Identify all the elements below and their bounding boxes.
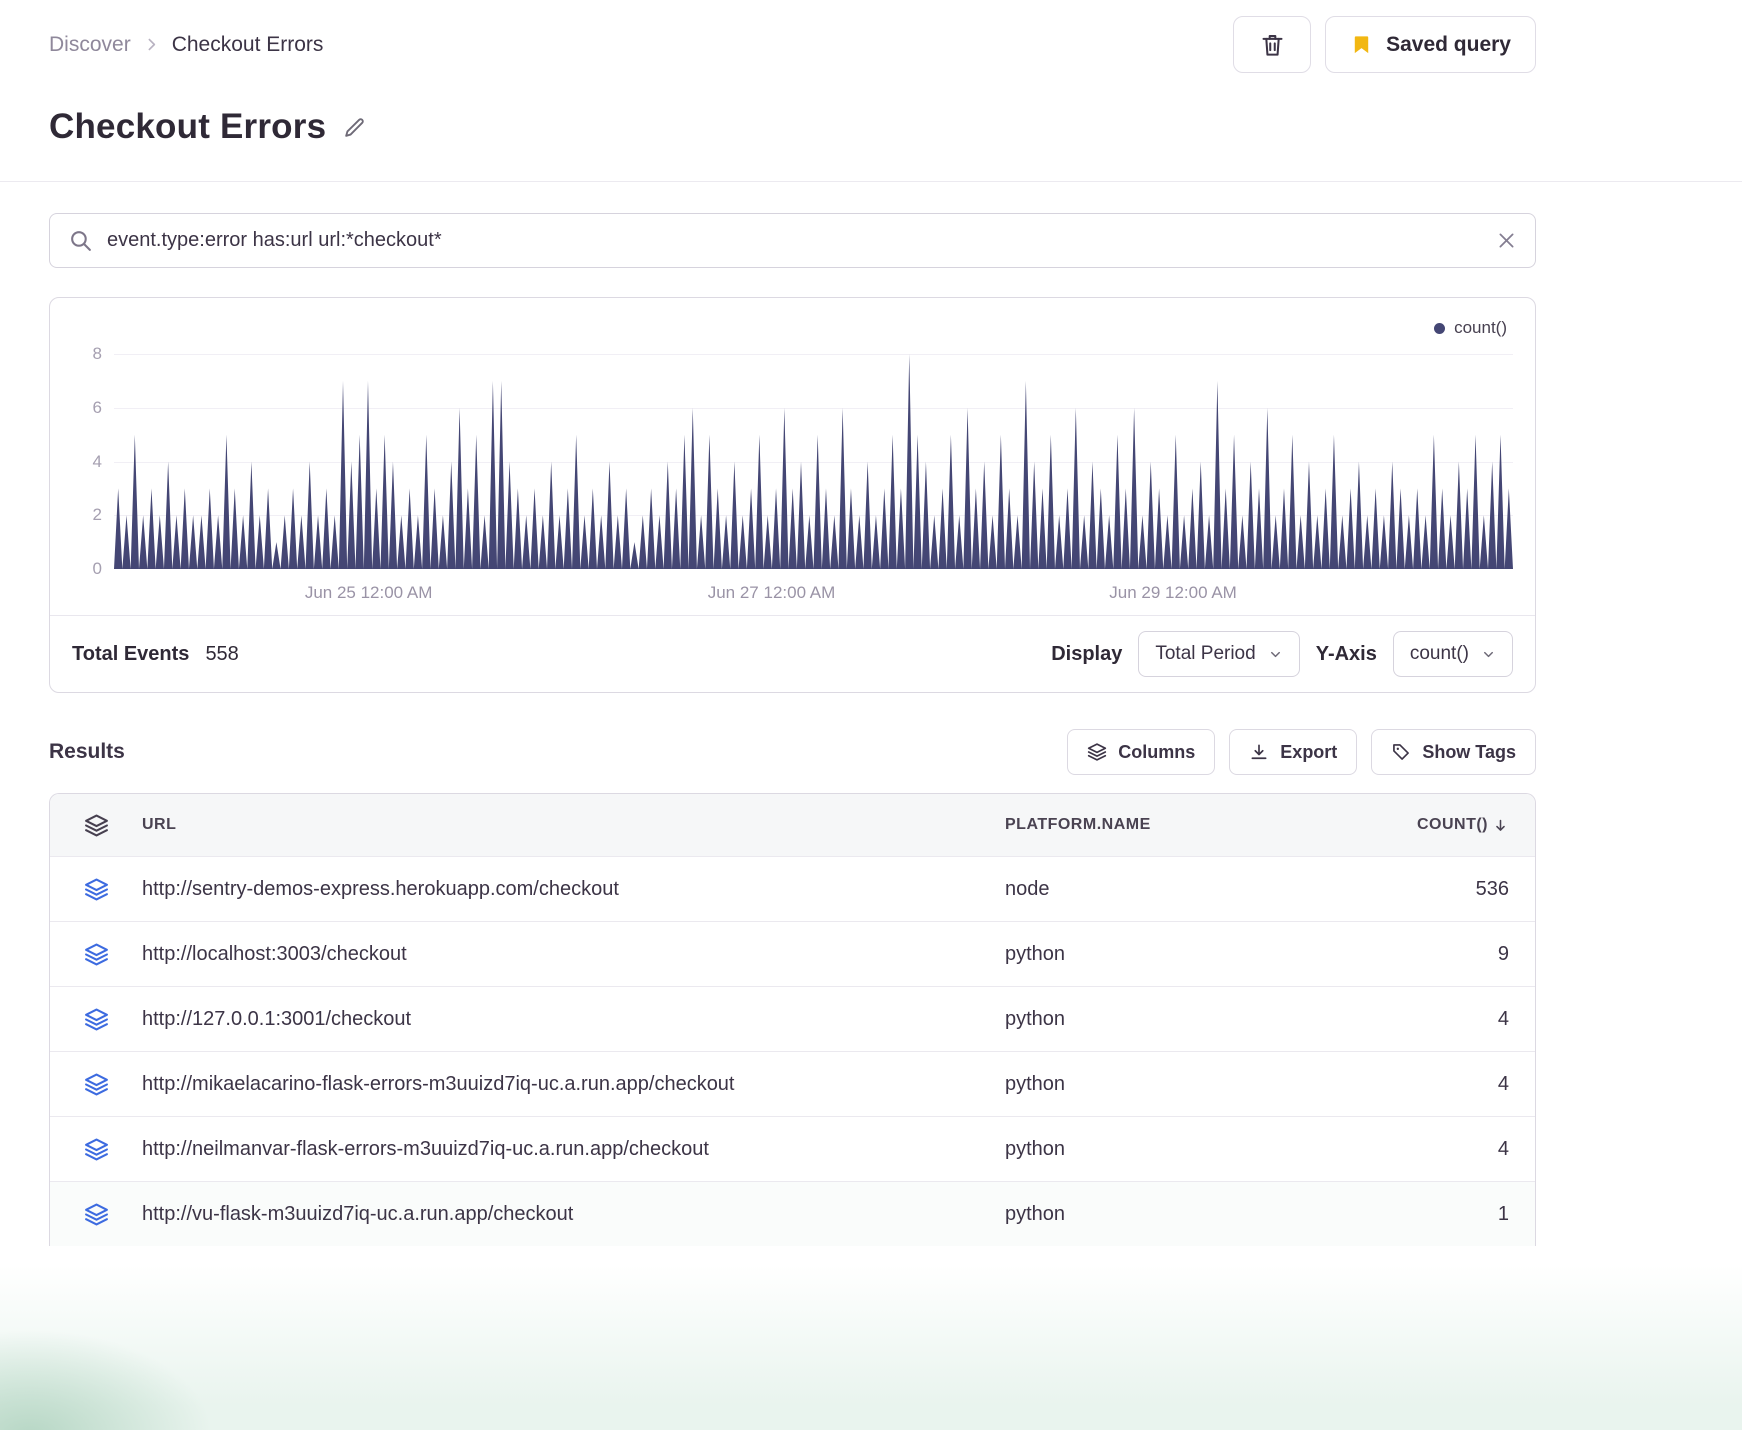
layers-icon[interactable] — [50, 942, 142, 967]
legend-label: count() — [1454, 318, 1507, 337]
search-bar[interactable]: event.type:error has:url url:*checkout* — [49, 213, 1536, 268]
total-events-value: 558 — [205, 642, 239, 665]
platform-cell: python — [1005, 1072, 1066, 1095]
search-input[interactable]: event.type:error has:url url:*checkout* — [107, 229, 1482, 252]
breadcrumb-discover[interactable]: Discover — [49, 33, 131, 57]
columns-button[interactable]: Columns — [1067, 729, 1216, 775]
url-cell[interactable]: http://localhost:3003/checkout — [142, 943, 995, 966]
chart-plot-area[interactable] — [114, 354, 1513, 569]
y-tick: 8 — [92, 344, 102, 363]
breadcrumb: Discover Checkout Errors — [49, 33, 323, 57]
search-icon — [68, 228, 93, 253]
columns-button-label: Columns — [1118, 741, 1196, 762]
header-platform[interactable]: PLATFORM.NAME — [995, 816, 1335, 834]
chart-x-axis: Jun 25 12:00 AM Jun 27 12:00 AM Jun 29 1… — [114, 569, 1513, 615]
top-bar: Discover Checkout Errors Saved query — [49, 0, 1536, 73]
export-button[interactable]: Export — [1229, 729, 1358, 775]
show-tags-button[interactable]: Show Tags — [1371, 729, 1536, 775]
total-events: Total Events 558 — [72, 643, 239, 666]
url-cell[interactable]: http://sentry-demos-express.herokuapp.co… — [142, 878, 995, 901]
header-count[interactable]: COUNT() — [1335, 816, 1535, 834]
results-heading: Results — [49, 740, 125, 763]
delete-query-button[interactable] — [1233, 16, 1312, 73]
y-tick: 2 — [92, 505, 102, 525]
table-row[interactable]: http://localhost:3003/checkout python 9 — [50, 921, 1535, 986]
export-button-label: Export — [1280, 741, 1338, 762]
layers-icon[interactable] — [50, 1007, 142, 1032]
layers-icon[interactable] — [50, 1137, 142, 1162]
y-axis-dropdown[interactable]: count() — [1392, 631, 1513, 677]
y-axis-label: Y-Axis — [1315, 642, 1377, 665]
count-cell: 4 — [1497, 1072, 1509, 1095]
columns-header-icon[interactable] — [50, 813, 142, 838]
trash-icon — [1259, 31, 1286, 58]
table-row[interactable]: http://127.0.0.1:3001/checkout python 4 — [50, 986, 1535, 1051]
x-tick: Jun 25 12:00 AM — [304, 583, 433, 602]
page-background-gradient — [0, 1265, 1742, 1430]
download-icon — [1249, 742, 1269, 762]
table-header-row: URL PLATFORM.NAME COUNT() — [50, 794, 1535, 856]
x-tick: Jun 27 12:00 AM — [707, 583, 836, 602]
chart-footer: Total Events 558 Display Total Period Y-… — [50, 615, 1535, 692]
layers-icon[interactable] — [50, 1202, 142, 1227]
table-row[interactable]: http://sentry-demos-express.herokuapp.co… — [50, 856, 1535, 921]
topbar-actions: Saved query — [1233, 16, 1536, 73]
display-label: Display — [1051, 642, 1123, 665]
saved-query-label: Saved query — [1386, 32, 1511, 56]
display-dropdown[interactable]: Total Period — [1138, 631, 1300, 677]
layers-icon[interactable] — [50, 877, 142, 902]
results-bar: Results Columns Export Show Tags — [49, 729, 1536, 775]
url-cell[interactable]: http://127.0.0.1:3001/checkout — [142, 1008, 995, 1031]
header-url[interactable]: URL — [142, 816, 995, 834]
columns-icon — [1087, 742, 1107, 762]
chart-legend[interactable]: count() — [1434, 318, 1507, 338]
layers-icon[interactable] — [50, 1072, 142, 1097]
count-cell: 9 — [1497, 942, 1509, 965]
sort-desc-icon — [1492, 817, 1509, 834]
page-title: Checkout Errors — [49, 107, 327, 146]
table-row[interactable]: http://vu-flask-m3uuizd7iq-uc.a.run.app/… — [50, 1181, 1535, 1246]
area-chart — [114, 354, 1513, 569]
saved-query-button[interactable]: Saved query — [1325, 16, 1536, 73]
url-cell[interactable]: http://neilmanvar-flask-errors-m3uuizd7i… — [142, 1138, 995, 1161]
y-tick: 6 — [92, 397, 102, 417]
legend-dot — [1434, 322, 1446, 334]
platform-cell: python — [1005, 1202, 1066, 1225]
count-cell: 4 — [1497, 1137, 1509, 1160]
platform-cell: node — [1005, 877, 1050, 900]
title-row: Checkout Errors — [49, 107, 1536, 147]
tag-icon — [1391, 742, 1411, 762]
table-row[interactable]: http://neilmanvar-flask-errors-m3uuizd7i… — [50, 1116, 1535, 1181]
header-divider — [0, 181, 1742, 182]
chart-panel: count() 8 6 4 2 0 Jun 25 12:00 AM Jun 27… — [49, 297, 1536, 693]
platform-cell: python — [1005, 1137, 1066, 1160]
clear-search-icon[interactable] — [1496, 230, 1517, 251]
platform-cell: python — [1005, 1007, 1066, 1030]
breadcrumb-current: Checkout Errors — [171, 32, 324, 56]
url-cell[interactable]: http://mikaelacarino-flask-errors-m3uuiz… — [142, 1073, 995, 1096]
results-table: URL PLATFORM.NAME COUNT() http://sentry-… — [49, 793, 1536, 1246]
platform-cell: python — [1005, 942, 1066, 965]
header-count-label: COUNT() — [1416, 816, 1488, 833]
chart-y-axis: 8 6 4 2 0 — [72, 344, 114, 578]
show-tags-button-label: Show Tags — [1422, 741, 1516, 762]
chevron-down-icon — [1268, 647, 1283, 662]
count-cell: 1 — [1497, 1202, 1509, 1225]
count-cell: 536 — [1475, 877, 1509, 900]
count-cell: 4 — [1497, 1007, 1509, 1030]
breadcrumb-chevron-icon — [143, 36, 160, 53]
chart-body: 8 6 4 2 0 — [72, 344, 1513, 578]
table-row[interactable]: http://mikaelacarino-flask-errors-m3uuiz… — [50, 1051, 1535, 1116]
y-tick: 0 — [92, 559, 102, 578]
display-dropdown-value: Total Period — [1155, 643, 1256, 664]
y-tick: 4 — [92, 451, 102, 471]
y-axis-dropdown-value: count() — [1409, 643, 1469, 664]
bookmark-icon — [1350, 33, 1373, 56]
url-cell[interactable]: http://vu-flask-m3uuizd7iq-uc.a.run.app/… — [142, 1203, 995, 1226]
edit-title-icon[interactable] — [342, 115, 367, 140]
chevron-down-icon — [1481, 647, 1496, 662]
x-tick: Jun 29 12:00 AM — [1109, 583, 1237, 602]
total-events-label: Total Events — [72, 642, 190, 665]
